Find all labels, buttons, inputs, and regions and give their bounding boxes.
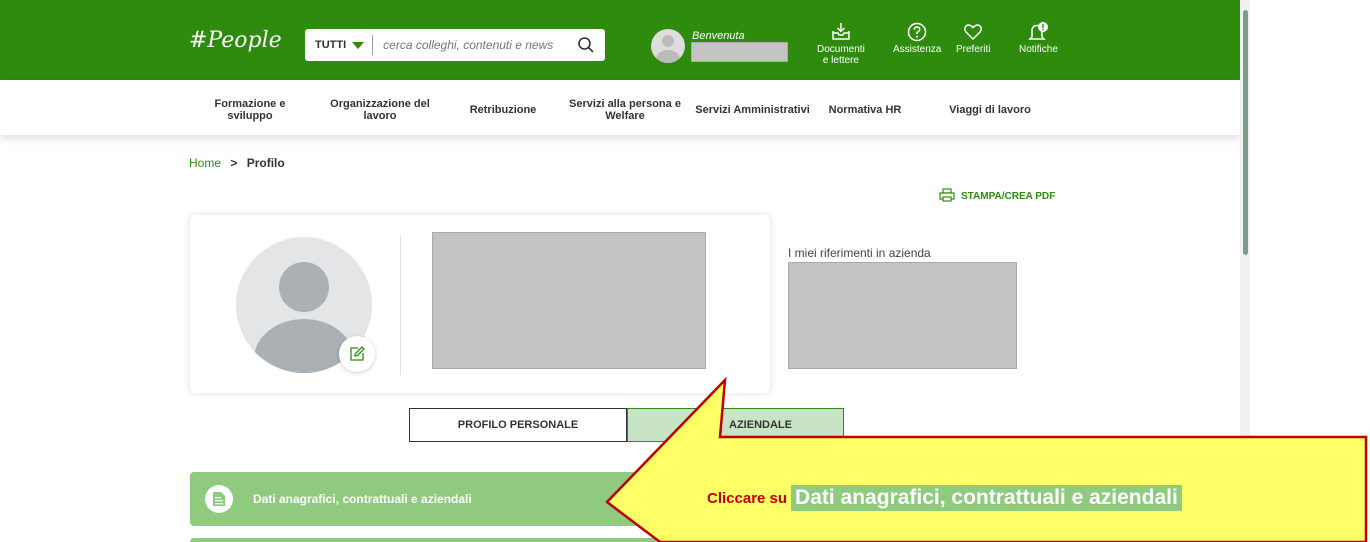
callout-highlight: Dati anagrafici, contrattuali e aziendal… <box>791 485 1182 511</box>
callout-prefix: Cliccare su <box>707 489 788 507</box>
callout-instruction: Cliccare su Dati anagrafici, contrattual… <box>707 480 1182 516</box>
callout-arrow <box>605 376 1368 542</box>
